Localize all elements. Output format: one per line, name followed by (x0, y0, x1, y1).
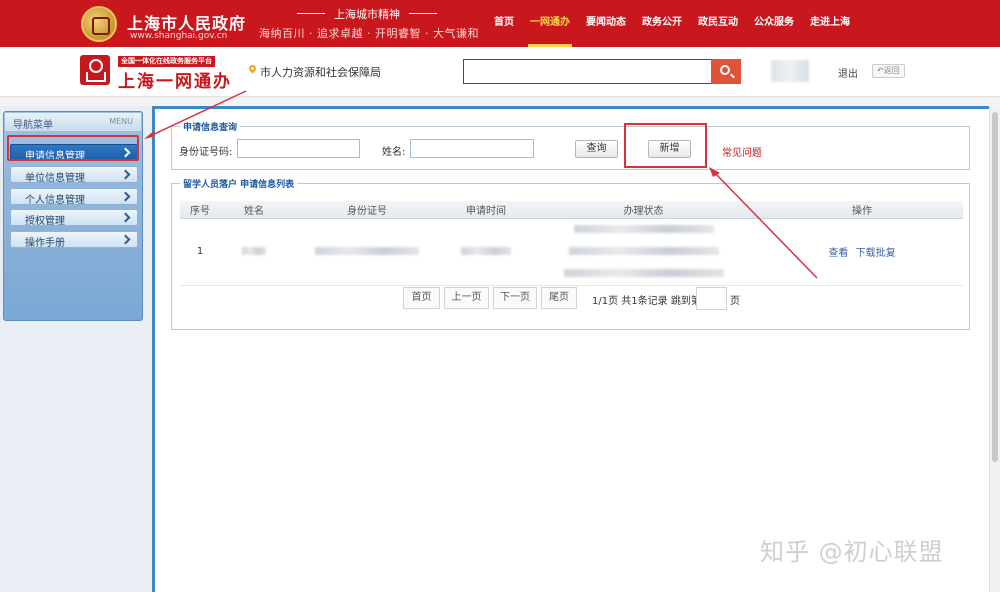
ywtb-logo-icon[interactable] (80, 55, 110, 85)
col-actions: 操作 (761, 201, 963, 219)
nav-interaction[interactable]: 政民互动 (690, 0, 746, 47)
logout-link[interactable]: 退出 (838, 65, 858, 80)
list-legend-prefix: 留学人员落户 (183, 180, 238, 190)
pager-first[interactable]: 首页 (403, 287, 440, 309)
name-label: 姓名: (382, 147, 406, 158)
col-index: 序号 (180, 201, 220, 219)
platform-name[interactable]: 上海一网通办 (118, 67, 232, 92)
search-icon (720, 65, 730, 75)
application-table: 序号 姓名 身份证号 申请时间 办理状态 操作 1 查看 下载批复 (180, 201, 963, 286)
city-spirit-text: 海纳百川 · 追求卓越 · 开明睿智 · 大气谦和 (259, 27, 479, 40)
annotation-box-menu (7, 135, 139, 161)
faq-link[interactable]: 常见问题 (722, 144, 762, 159)
query-button[interactable]: 查询 (575, 140, 618, 158)
table-row: 1 查看 下载批复 (180, 218, 963, 286)
chevron-right-icon (120, 212, 131, 223)
sidebar-header: 导航菜单 MENU (5, 113, 141, 131)
top-banner: 上海市人民政府 www.shanghai.gov.cn 上海城市精神 海纳百川 … (0, 0, 1000, 47)
nav-public-service[interactable]: 公众服务 (746, 0, 802, 47)
col-status: 办理状态 (526, 201, 761, 219)
user-name-blurred (771, 60, 809, 82)
pager-last[interactable]: 尾页 (541, 287, 577, 309)
pager-next[interactable]: 下一页 (493, 287, 537, 309)
scrollbar[interactable] (989, 106, 1000, 592)
cell-status-blurred (526, 218, 761, 286)
annotation-box-add (624, 123, 707, 168)
col-id-number: 身份证号 (288, 201, 446, 219)
sidebar-item-label: 操作手册 (25, 238, 65, 249)
view-link[interactable]: 查看 (828, 248, 848, 259)
back-label: 返回 (883, 66, 900, 75)
gov-url: www.shanghai.gov.cn (130, 31, 228, 41)
top-nav: 首页 一网通办 要闻动态 政务公开 政民互动 公众服务 走进上海 (486, 0, 858, 47)
nav-news[interactable]: 要闻动态 (578, 0, 634, 47)
col-name: 姓名 (220, 201, 288, 219)
sidebar-title: 导航菜单 (13, 120, 53, 131)
cell-id-blurred (288, 218, 446, 286)
service-header: 全国一体化在线政务服务平台 上海一网通办 市人力资源和社会保障局 退出 ↶返回 (0, 47, 1000, 97)
nav-about-shanghai[interactable]: 走进上海 (802, 0, 858, 47)
back-button[interactable]: ↶返回 (872, 64, 905, 78)
cell-name-blurred (220, 218, 288, 286)
chevron-right-icon (120, 191, 131, 202)
pager-suffix: 页 (730, 296, 740, 307)
pager-summary: 1/1页 共1条记录 跳到第 (592, 296, 701, 307)
sidebar-title-en: MENU (109, 117, 133, 126)
search-button[interactable] (711, 59, 741, 84)
sidebar-item-authorization[interactable]: 授权管理 (10, 209, 138, 227)
sidebar-item-manual[interactable]: 操作手册 (10, 231, 138, 249)
list-legend-suffix: 申请信息列表 (240, 180, 295, 190)
chevron-right-icon (120, 169, 131, 180)
id-number-label: 身份证号码: (179, 147, 233, 158)
cell-actions: 查看 下载批复 (761, 218, 963, 286)
nav-gov-affairs[interactable]: 政务公开 (634, 0, 690, 47)
sidebar-item-personal-info[interactable]: 个人信息管理 (10, 188, 138, 206)
cell-index: 1 (180, 218, 220, 286)
name-input[interactable] (410, 139, 534, 158)
query-legend: 申请信息查询 (180, 120, 241, 133)
location-pin-icon (247, 63, 258, 74)
watermark: 知乎 @初心联盟 (760, 538, 944, 566)
sidebar-item-label: 单位信息管理 (25, 173, 85, 184)
chevron-right-icon (120, 234, 131, 245)
city-spirit-title: 上海城市精神 (297, 6, 437, 22)
download-approval-link[interactable]: 下载批复 (856, 248, 896, 259)
platform-tag: 全国一体化在线政务服务平台 (118, 56, 215, 67)
sidebar-item-label: 个人信息管理 (25, 195, 85, 206)
cell-time-blurred (446, 218, 526, 286)
sidebar-item-company-info[interactable]: 单位信息管理 (10, 166, 138, 184)
col-apply-time: 申请时间 (446, 201, 526, 219)
pager-prev[interactable]: 上一页 (444, 287, 489, 309)
sidebar-item-label: 授权管理 (25, 216, 65, 227)
nav-one-stop[interactable]: 一网通办 (522, 0, 578, 47)
id-number-input[interactable] (237, 139, 360, 158)
table-header-row: 序号 姓名 身份证号 申请时间 办理状态 操作 (180, 201, 963, 219)
divider-band (0, 98, 1000, 106)
scroll-thumb[interactable] (992, 112, 998, 462)
shanghai-emblem-icon[interactable] (81, 6, 117, 42)
department-name: 市人力资源和社会保障局 (260, 66, 381, 79)
list-legend: 留学人员落户 申请信息列表 (180, 177, 298, 190)
search-input[interactable] (463, 59, 712, 84)
nav-home[interactable]: 首页 (486, 0, 522, 47)
page-jump-input[interactable] (696, 287, 727, 310)
